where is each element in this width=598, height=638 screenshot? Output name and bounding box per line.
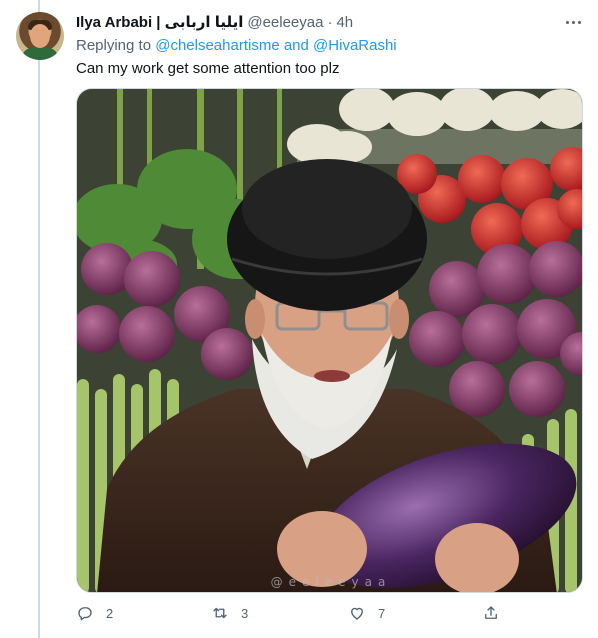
tweet-image[interactable]: @eeleeyaa [76,88,583,593]
like-button[interactable]: 7 [348,604,385,622]
retweet-button[interactable]: 3 [211,604,248,622]
more-icon[interactable] [563,12,583,32]
reply-icon [78,607,92,621]
tweet-header: Ilya Arbabi | ایلیا اربابی @eeleeyaa · 4… [76,13,353,33]
reply-and-link[interactable]: and [284,37,309,54]
avatar[interactable] [16,12,64,60]
replying-to-label: Replying to [76,37,152,54]
reply-user-link[interactable]: @HivaRashi [313,37,397,54]
reply-count: 2 [106,605,114,621]
display-name[interactable]: Ilya Arbabi | ایلیا اربابی [76,13,243,33]
tweet-text: Can my work get some attention too plz [76,60,340,77]
timestamp[interactable]: 4h [336,13,353,33]
thread-line [38,0,40,638]
retweet-icon [213,607,227,619]
user-handle[interactable]: @eeleeyaa [247,13,323,33]
image-watermark: @eeleeyaa [271,575,392,589]
tweet-actions: 2 3 7 [76,604,506,628]
share-button[interactable] [482,604,500,622]
like-count: 7 [378,605,386,621]
share-icon [485,606,497,619]
replying-to-line: Replying to @chelseahartisme and @HivaRa… [76,36,397,56]
reply-button[interactable]: 2 [76,604,113,622]
reply-user-link[interactable]: @chelseahartisme [155,37,279,54]
tweet-image-illustration: @eeleeyaa [77,89,582,592]
retweet-count: 3 [241,605,249,621]
separator-dot: · [327,14,333,31]
like-icon [351,607,363,620]
